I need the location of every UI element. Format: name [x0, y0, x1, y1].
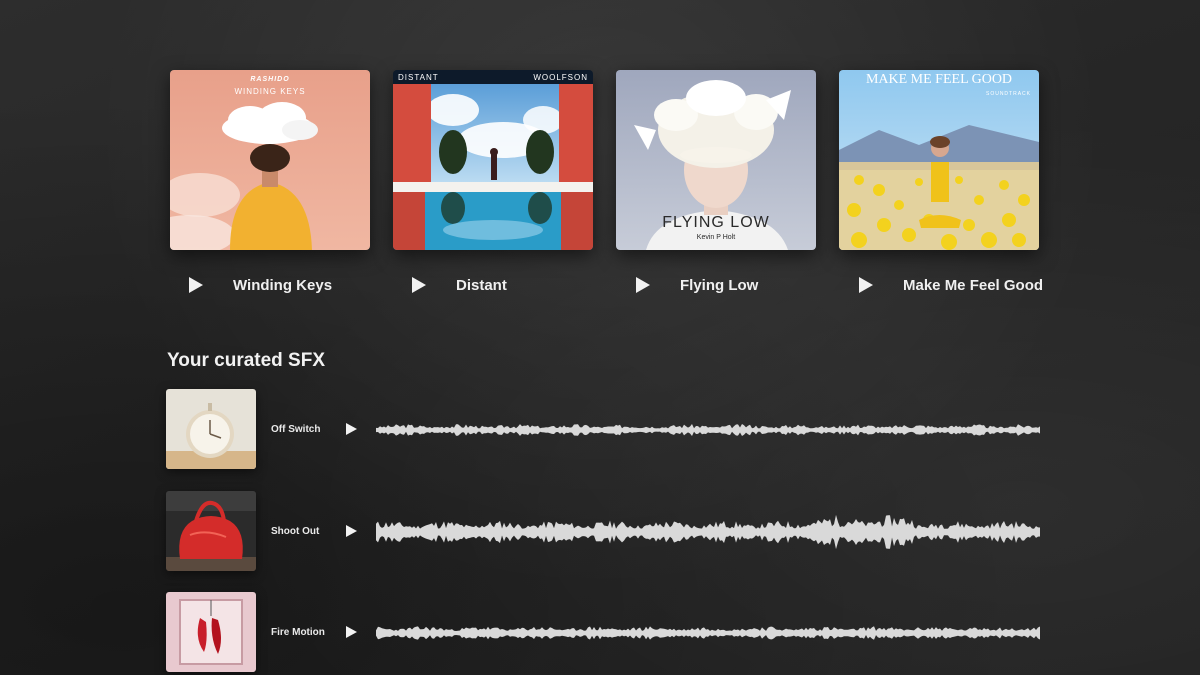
play-icon[interactable] [346, 626, 357, 638]
album-cover-make-me-feel-good[interactable]: MAKE ME FEEL GOOD SOUNDTRACK [839, 70, 1039, 250]
sfx-waveform-fire-motion[interactable] [376, 613, 1042, 653]
album-title[interactable]: Winding Keys [233, 277, 332, 294]
album-row-flying-low: Flying Low [636, 270, 758, 300]
sfx-name: Fire Motion [271, 627, 325, 638]
red-bag-icon [166, 491, 256, 571]
hanging-peppers-icon [166, 592, 256, 672]
album-row-winding-keys: Winding Keys [189, 270, 332, 300]
album-title[interactable]: Make Me Feel Good [903, 277, 1043, 294]
make-me-feel-good-cover-title: MAKE ME FEEL GOOD [865, 72, 1013, 87]
album-row-make-me-feel-good: Make Me Feel Good [859, 270, 1043, 300]
play-icon[interactable] [636, 277, 650, 293]
winding-keys-artwork [170, 70, 370, 250]
album-cover-distant[interactable]: DISTANT WOOLFSON [393, 70, 593, 250]
sfx-name: Off Switch [271, 424, 321, 435]
sfx-waveform-off-switch[interactable] [376, 410, 1042, 450]
sfx-thumb-off-switch[interactable] [166, 389, 256, 469]
make-me-feel-good-artwork [839, 70, 1039, 250]
winding-keys-cover-title: WINDING KEYS [234, 87, 306, 96]
waveform-shape [376, 424, 1040, 436]
winding-keys-cover-artist: RASHIDO [250, 76, 290, 83]
album-title[interactable]: Distant [456, 277, 507, 294]
waveform-shape [376, 514, 1040, 550]
distant-cover-right: WOOLFSON [533, 73, 588, 82]
album-cover-winding-keys[interactable]: RASHIDO WINDING KEYS [170, 70, 370, 250]
waveform-shape [376, 626, 1040, 640]
section-title-curated-sfx: Your curated SFX [167, 350, 326, 371]
wall-clock-icon [166, 389, 256, 469]
play-icon[interactable] [346, 525, 357, 537]
album-row-distant: Distant [412, 270, 507, 300]
make-me-feel-good-cover-sub: SOUNDTRACK [985, 91, 1031, 97]
album-cover-flying-low[interactable]: FLYING LOW Kevin P Holt [616, 70, 816, 250]
sfx-waveform-shoot-out[interactable] [376, 512, 1042, 552]
play-icon[interactable] [412, 277, 426, 293]
play-icon[interactable] [859, 277, 873, 293]
play-icon[interactable] [189, 277, 203, 293]
sfx-thumb-fire-motion[interactable] [166, 592, 256, 672]
play-icon[interactable] [346, 423, 357, 435]
album-title[interactable]: Flying Low [680, 277, 758, 294]
sfx-thumb-shoot-out[interactable] [166, 491, 256, 571]
distant-artwork [393, 70, 593, 250]
sfx-name: Shoot Out [271, 526, 320, 537]
flying-low-cover-artist: Kevin P Holt [696, 234, 736, 241]
flying-low-cover-title: FLYING LOW [662, 214, 770, 231]
